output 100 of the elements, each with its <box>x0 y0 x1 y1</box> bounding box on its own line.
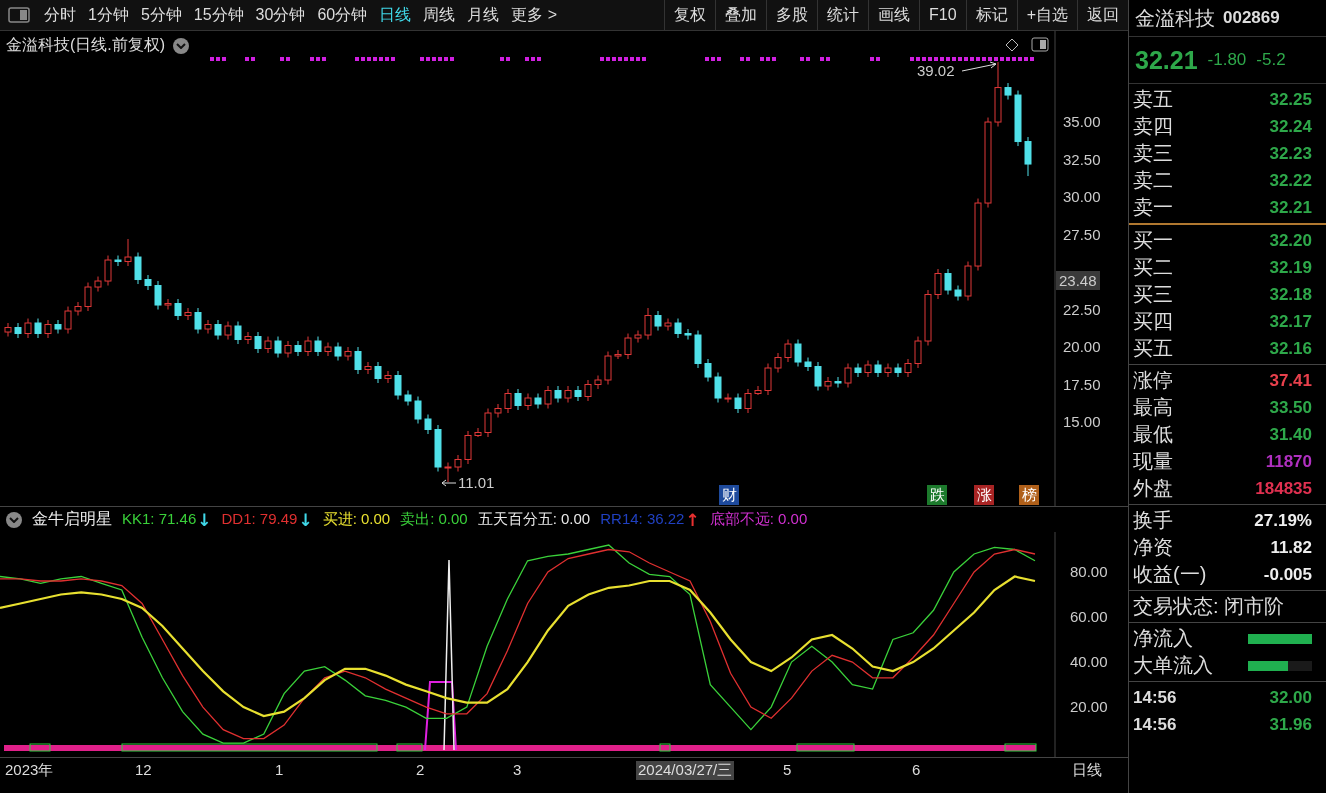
candlestick <box>114 255 122 267</box>
candlestick <box>64 306 72 335</box>
candlestick <box>454 454 462 472</box>
more-menu[interactable]: 更多 > <box>505 0 563 30</box>
toolbar-button[interactable]: F10 <box>919 0 966 30</box>
stat-label: 最高 <box>1133 395 1173 420</box>
period-tab[interactable]: 1分钟 <box>82 0 135 30</box>
toolbar-button[interactable]: 多股 <box>766 0 818 30</box>
candlestick <box>644 307 652 341</box>
candlestick <box>94 276 102 293</box>
candlestick <box>1024 136 1032 177</box>
candlestick <box>634 330 642 344</box>
candlestick <box>4 322 12 338</box>
legend-value: 卖出: 0.00 <box>400 510 468 529</box>
candlestick <box>1004 82 1012 101</box>
date-label: 2 <box>416 761 425 778</box>
tick-price: 31.96 <box>1269 714 1312 735</box>
candlestick <box>124 238 132 267</box>
diamond-icon[interactable] <box>1005 38 1019 52</box>
stat-label: 净资 <box>1133 535 1173 560</box>
period-tab[interactable]: 15分钟 <box>187 0 250 30</box>
candlestick <box>394 370 402 401</box>
candlestick <box>414 396 422 425</box>
toolbar-button[interactable]: 标记 <box>965 0 1017 30</box>
toolbar-button[interactable]: 画线 <box>868 0 920 30</box>
candlestick <box>194 307 202 335</box>
candlestick <box>754 385 762 396</box>
legend-value: DD1: 79.49 <box>221 509 298 529</box>
candlestick <box>784 339 792 363</box>
stat-label: 涨停 <box>1133 368 1173 393</box>
dropdown-icon[interactable] <box>173 37 190 54</box>
period-tab[interactable]: 月线 <box>461 0 506 30</box>
ask-price: 32.23 <box>1269 143 1312 164</box>
candlestick <box>624 333 632 360</box>
candlestick <box>404 390 412 407</box>
legend-value: KK1: 71.46 <box>122 509 197 529</box>
date-label: 6 <box>912 761 921 778</box>
axis-label: 22.50 <box>1063 300 1101 318</box>
period-label: 日线 <box>1072 761 1102 780</box>
toolbar-button[interactable]: 叠加 <box>715 0 767 30</box>
period-tab[interactable]: 30分钟 <box>249 0 312 30</box>
ask-level: 卖三 <box>1133 141 1173 166</box>
event-marker[interactable]: 涨 <box>974 485 994 505</box>
stock-code: 002869 <box>1223 8 1280 28</box>
legend-value: 买进: 0.00 <box>322 510 391 529</box>
candlestick <box>804 357 812 372</box>
flow-label: 净流入 <box>1133 626 1193 651</box>
stat-value: -0.005 <box>1263 564 1312 585</box>
candlestick <box>684 328 692 341</box>
candlestick <box>154 280 162 311</box>
event-marker[interactable]: 跌 <box>927 485 947 505</box>
candlestick <box>954 285 962 302</box>
high-price-label: 39.02 <box>917 62 955 79</box>
trading-status: 交易状态: 闭市阶 <box>1133 594 1285 619</box>
candlestick <box>244 331 252 345</box>
candlestick <box>324 342 332 357</box>
toolbar-button[interactable]: 复权 <box>664 0 716 30</box>
panel-toggle-icon[interactable] <box>1031 37 1049 52</box>
candlestick <box>914 336 922 369</box>
candlestick <box>444 462 452 483</box>
stat-label: 收益(一) <box>1133 562 1207 587</box>
period-tab[interactable]: 5分钟 <box>134 0 188 30</box>
candlestick <box>284 340 292 359</box>
candlestick <box>734 393 742 414</box>
event-marker[interactable]: 财 <box>719 485 739 505</box>
date-label: 12 <box>135 761 152 778</box>
stock-name: 金溢科技 <box>1135 5 1215 31</box>
period-tab[interactable]: 60分钟 <box>311 0 374 30</box>
period-tab[interactable]: 周线 <box>417 0 462 30</box>
axis-label: 27.50 <box>1063 225 1101 243</box>
period-tab[interactable]: 日线 <box>373 0 418 30</box>
dropdown-icon[interactable] <box>6 511 22 528</box>
leader-line <box>961 61 997 72</box>
ask-level: 卖二 <box>1133 168 1173 193</box>
toolbar-button[interactable]: +自选 <box>1016 0 1077 30</box>
axis-label: 15.00 <box>1063 413 1101 430</box>
date-label: 1 <box>275 761 284 778</box>
candlestick <box>494 403 502 419</box>
candlestick <box>594 375 602 390</box>
period-tab[interactable]: 分时 <box>38 0 82 30</box>
toolbar-button[interactable]: 统计 <box>817 0 869 30</box>
candlestick <box>714 372 722 404</box>
candlestick <box>794 339 802 368</box>
stat-label: 外盘 <box>1133 476 1173 501</box>
candlestick <box>24 318 32 339</box>
bid-price: 32.17 <box>1269 311 1312 332</box>
change-percent: -5.2 <box>1256 50 1286 70</box>
panel-toggle-icon[interactable] <box>8 7 30 23</box>
bid-price: 32.19 <box>1269 257 1312 278</box>
candlestick <box>104 255 112 287</box>
candlestick <box>374 361 382 384</box>
candlestick <box>824 376 832 392</box>
candlestick <box>254 331 262 354</box>
candlestick <box>534 393 542 410</box>
date-label: 5 <box>783 761 792 778</box>
event-marker[interactable]: 榜 <box>1019 485 1039 505</box>
toolbar-button[interactable]: 返回 <box>1077 0 1128 30</box>
stat-label: 现量 <box>1133 449 1173 474</box>
candlestick <box>34 318 42 339</box>
tick-time: 14:56 <box>1133 714 1177 735</box>
